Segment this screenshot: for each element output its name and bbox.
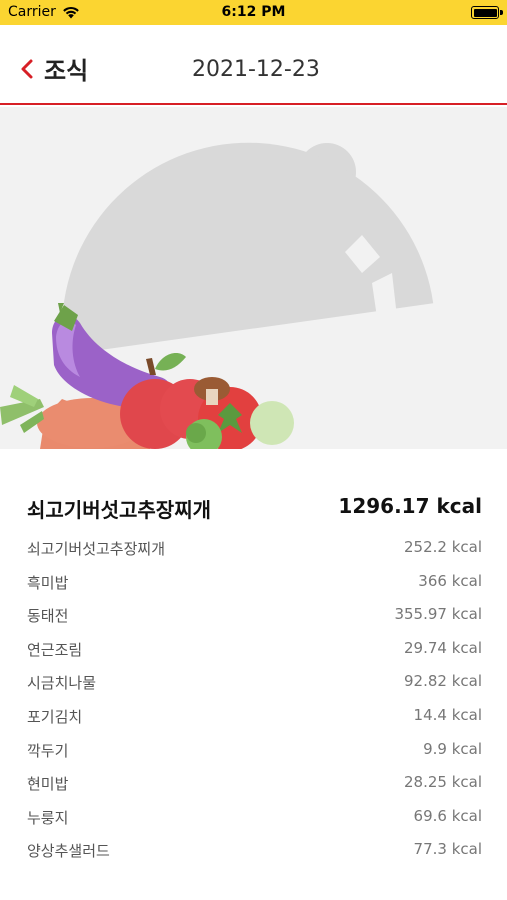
menu-list: 쇠고기버섯고추장찌개 252.2 kcal 흑미밥 366 kcal 동태전 3… <box>27 530 482 866</box>
list-item: 현미밥 28.25 kcal <box>27 765 482 799</box>
meal-type-title: 조식 <box>44 57 89 85</box>
total-calories: 1296.17 kcal <box>338 494 482 518</box>
menu-item-kcal: 355.97 kcal <box>394 605 482 624</box>
menu-item-name: 누룽지 <box>27 808 69 827</box>
menu-item-name: 현미밥 <box>27 775 69 794</box>
meal-illustration <box>0 107 507 449</box>
nav-bar: 조식 2021-12-23 <box>0 25 507 105</box>
list-item: 동태전 355.97 kcal <box>27 597 482 631</box>
menu-item-name: 흑미밥 <box>27 573 69 592</box>
list-item: 누룽지 69.6 kcal <box>27 799 482 833</box>
menu-item-kcal: 28.25 kcal <box>403 773 482 792</box>
chevron-left-icon <box>21 59 33 78</box>
list-item: 시금치나물 92.82 kcal <box>27 664 482 698</box>
meal-date: 2021-12-23 <box>192 57 320 82</box>
food-cloche-illustration <box>0 142 434 449</box>
menu-item-kcal: 9.9 kcal <box>423 739 482 758</box>
meal-summary: 쇠고기버섯고추장찌개 1296.17 kcal <box>27 494 482 524</box>
list-item: 쇠고기버섯고추장찌개 252.2 kcal <box>27 530 482 564</box>
list-item: 연근조림 29.74 kcal <box>27 631 482 665</box>
menu-item-name: 시금치나물 <box>27 674 97 693</box>
back-button[interactable]: 조식 <box>20 51 88 86</box>
menu-item-kcal: 14.4 kcal <box>413 705 482 724</box>
status-bar: Carrier 6:12 PM <box>0 0 507 25</box>
menu-item-kcal: 77.3 kcal <box>413 840 482 859</box>
list-item: 흑미밥 366 kcal <box>27 564 482 598</box>
menu-item-name: 연근조림 <box>27 640 83 659</box>
menu-item-kcal: 29.74 kcal <box>403 638 482 657</box>
menu-item-name: 깍두기 <box>27 741 69 760</box>
menu-item-kcal: 69.6 kcal <box>413 806 482 825</box>
battery-icon <box>471 6 503 19</box>
menu-item-name: 쇠고기버섯고추장찌개 <box>27 540 166 558</box>
list-item: 깍두기 9.9 kcal <box>27 732 482 766</box>
list-item: 포기김치 14.4 kcal <box>27 698 482 732</box>
menu-item-name: 양상추샐러드 <box>27 842 110 861</box>
main-dish-name: 쇠고기버섯고추장찌개 <box>27 498 211 522</box>
menu-item-kcal: 252.2 kcal <box>403 538 482 556</box>
menu-item-kcal: 92.82 kcal <box>403 672 482 691</box>
menu-item-name: 동태전 <box>27 607 69 626</box>
menu-item-kcal: 366 kcal <box>418 571 482 590</box>
list-item: 양상추샐러드 77.3 kcal <box>27 832 482 866</box>
status-time: 6:12 PM <box>221 4 286 20</box>
menu-item-name: 포기김치 <box>27 707 83 726</box>
